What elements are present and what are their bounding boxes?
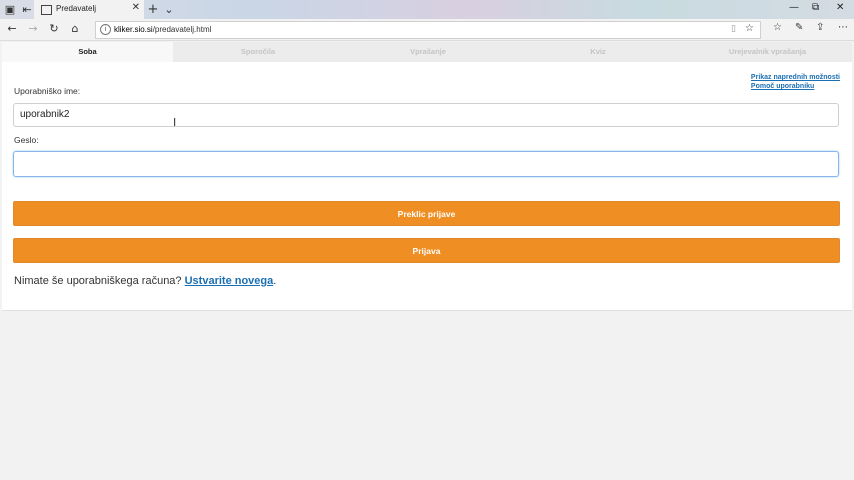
browser-tab[interactable]: Predavatelj ✕ [34, 0, 144, 19]
advanced-options-link[interactable]: Prikaz naprednih možnosti [751, 73, 840, 82]
tab-sporocila[interactable]: Sporočila [173, 42, 343, 62]
tab-soba[interactable]: Soba [2, 42, 173, 62]
text-cursor-icon: I [173, 116, 177, 129]
info-icon[interactable]: i [100, 24, 111, 35]
browser-tab-title: Predavatelj [56, 4, 97, 13]
top-links: Prikaz naprednih možnosti Pomoč uporabni… [751, 73, 840, 91]
back-icon[interactable]: ← [5, 22, 19, 36]
signup-period: . [273, 275, 277, 287]
url-domain: kliker.sio.si [114, 25, 153, 34]
tab-kviz[interactable]: Kviz [513, 42, 683, 62]
username-input[interactable]: uporabnik2 [13, 103, 839, 127]
password-label: Geslo: [14, 135, 39, 145]
tab-urejevalnik[interactable]: Urejevalnik vprašanja [683, 42, 852, 62]
pen-icon[interactable]: ✎ [795, 22, 803, 33]
cancel-login-button[interactable]: Preklic prijave [13, 201, 840, 226]
help-link[interactable]: Pomoč uporabniku [751, 82, 840, 91]
tab-vprasanje[interactable]: Vprašanje [343, 42, 513, 62]
home-icon[interactable]: ⌂ [68, 22, 82, 36]
favorite-star-icon[interactable]: ☆ [745, 23, 754, 34]
close-tab-icon[interactable]: ✕ [132, 2, 140, 13]
minimize-icon[interactable]: — [789, 2, 799, 13]
refresh-icon[interactable]: ↻ [47, 22, 61, 36]
password-input[interactable] [13, 151, 839, 177]
favorites-icon[interactable]: ☆ [773, 22, 782, 33]
signup-text: Nimate še uporabniškega računa? [14, 275, 182, 287]
signup-prompt: Nimate še uporabniškega računa? Ustvarit… [14, 275, 276, 287]
tabs-aside-icon[interactable]: ⇤ [20, 3, 34, 16]
app-tabs: Soba Sporočila Vprašanje Kviz Urejevalni… [2, 42, 852, 62]
tab-actions-icon[interactable]: ▣ [3, 3, 17, 16]
forward-icon[interactable]: → [26, 22, 40, 36]
username-label: Uporabniško ime: [14, 86, 81, 96]
url-path: /predavatelj.html [152, 25, 212, 34]
more-icon[interactable]: ⋯ [838, 22, 848, 33]
url-bar[interactable]: i kliker.sio.si/predavatelj.html ▯ ☆ [95, 21, 761, 39]
chevron-down-icon[interactable]: ⌄ [162, 3, 176, 16]
new-tab-icon[interactable]: + [146, 3, 160, 16]
reading-view-icon[interactable]: ▯ [731, 24, 736, 34]
login-button[interactable]: Prijava [13, 238, 840, 263]
restore-icon[interactable]: ⧉ [812, 2, 819, 13]
window-titlebar: ▣ ⇤ Predavatelj ✕ + ⌄ — ⧉ ✕ [0, 0, 854, 19]
address-toolbar: ← → ↻ ⌂ i kliker.sio.si/predavatelj.html… [0, 19, 854, 41]
share-icon[interactable]: ⇪ [816, 22, 824, 33]
login-panel: Prikaz naprednih možnosti Pomoč uporabni… [2, 62, 852, 311]
close-window-icon[interactable]: ✕ [836, 2, 844, 13]
page-icon [41, 5, 52, 15]
create-account-link[interactable]: Ustvarite novega [185, 275, 274, 287]
url-text: kliker.sio.si/predavatelj.html [114, 25, 211, 34]
